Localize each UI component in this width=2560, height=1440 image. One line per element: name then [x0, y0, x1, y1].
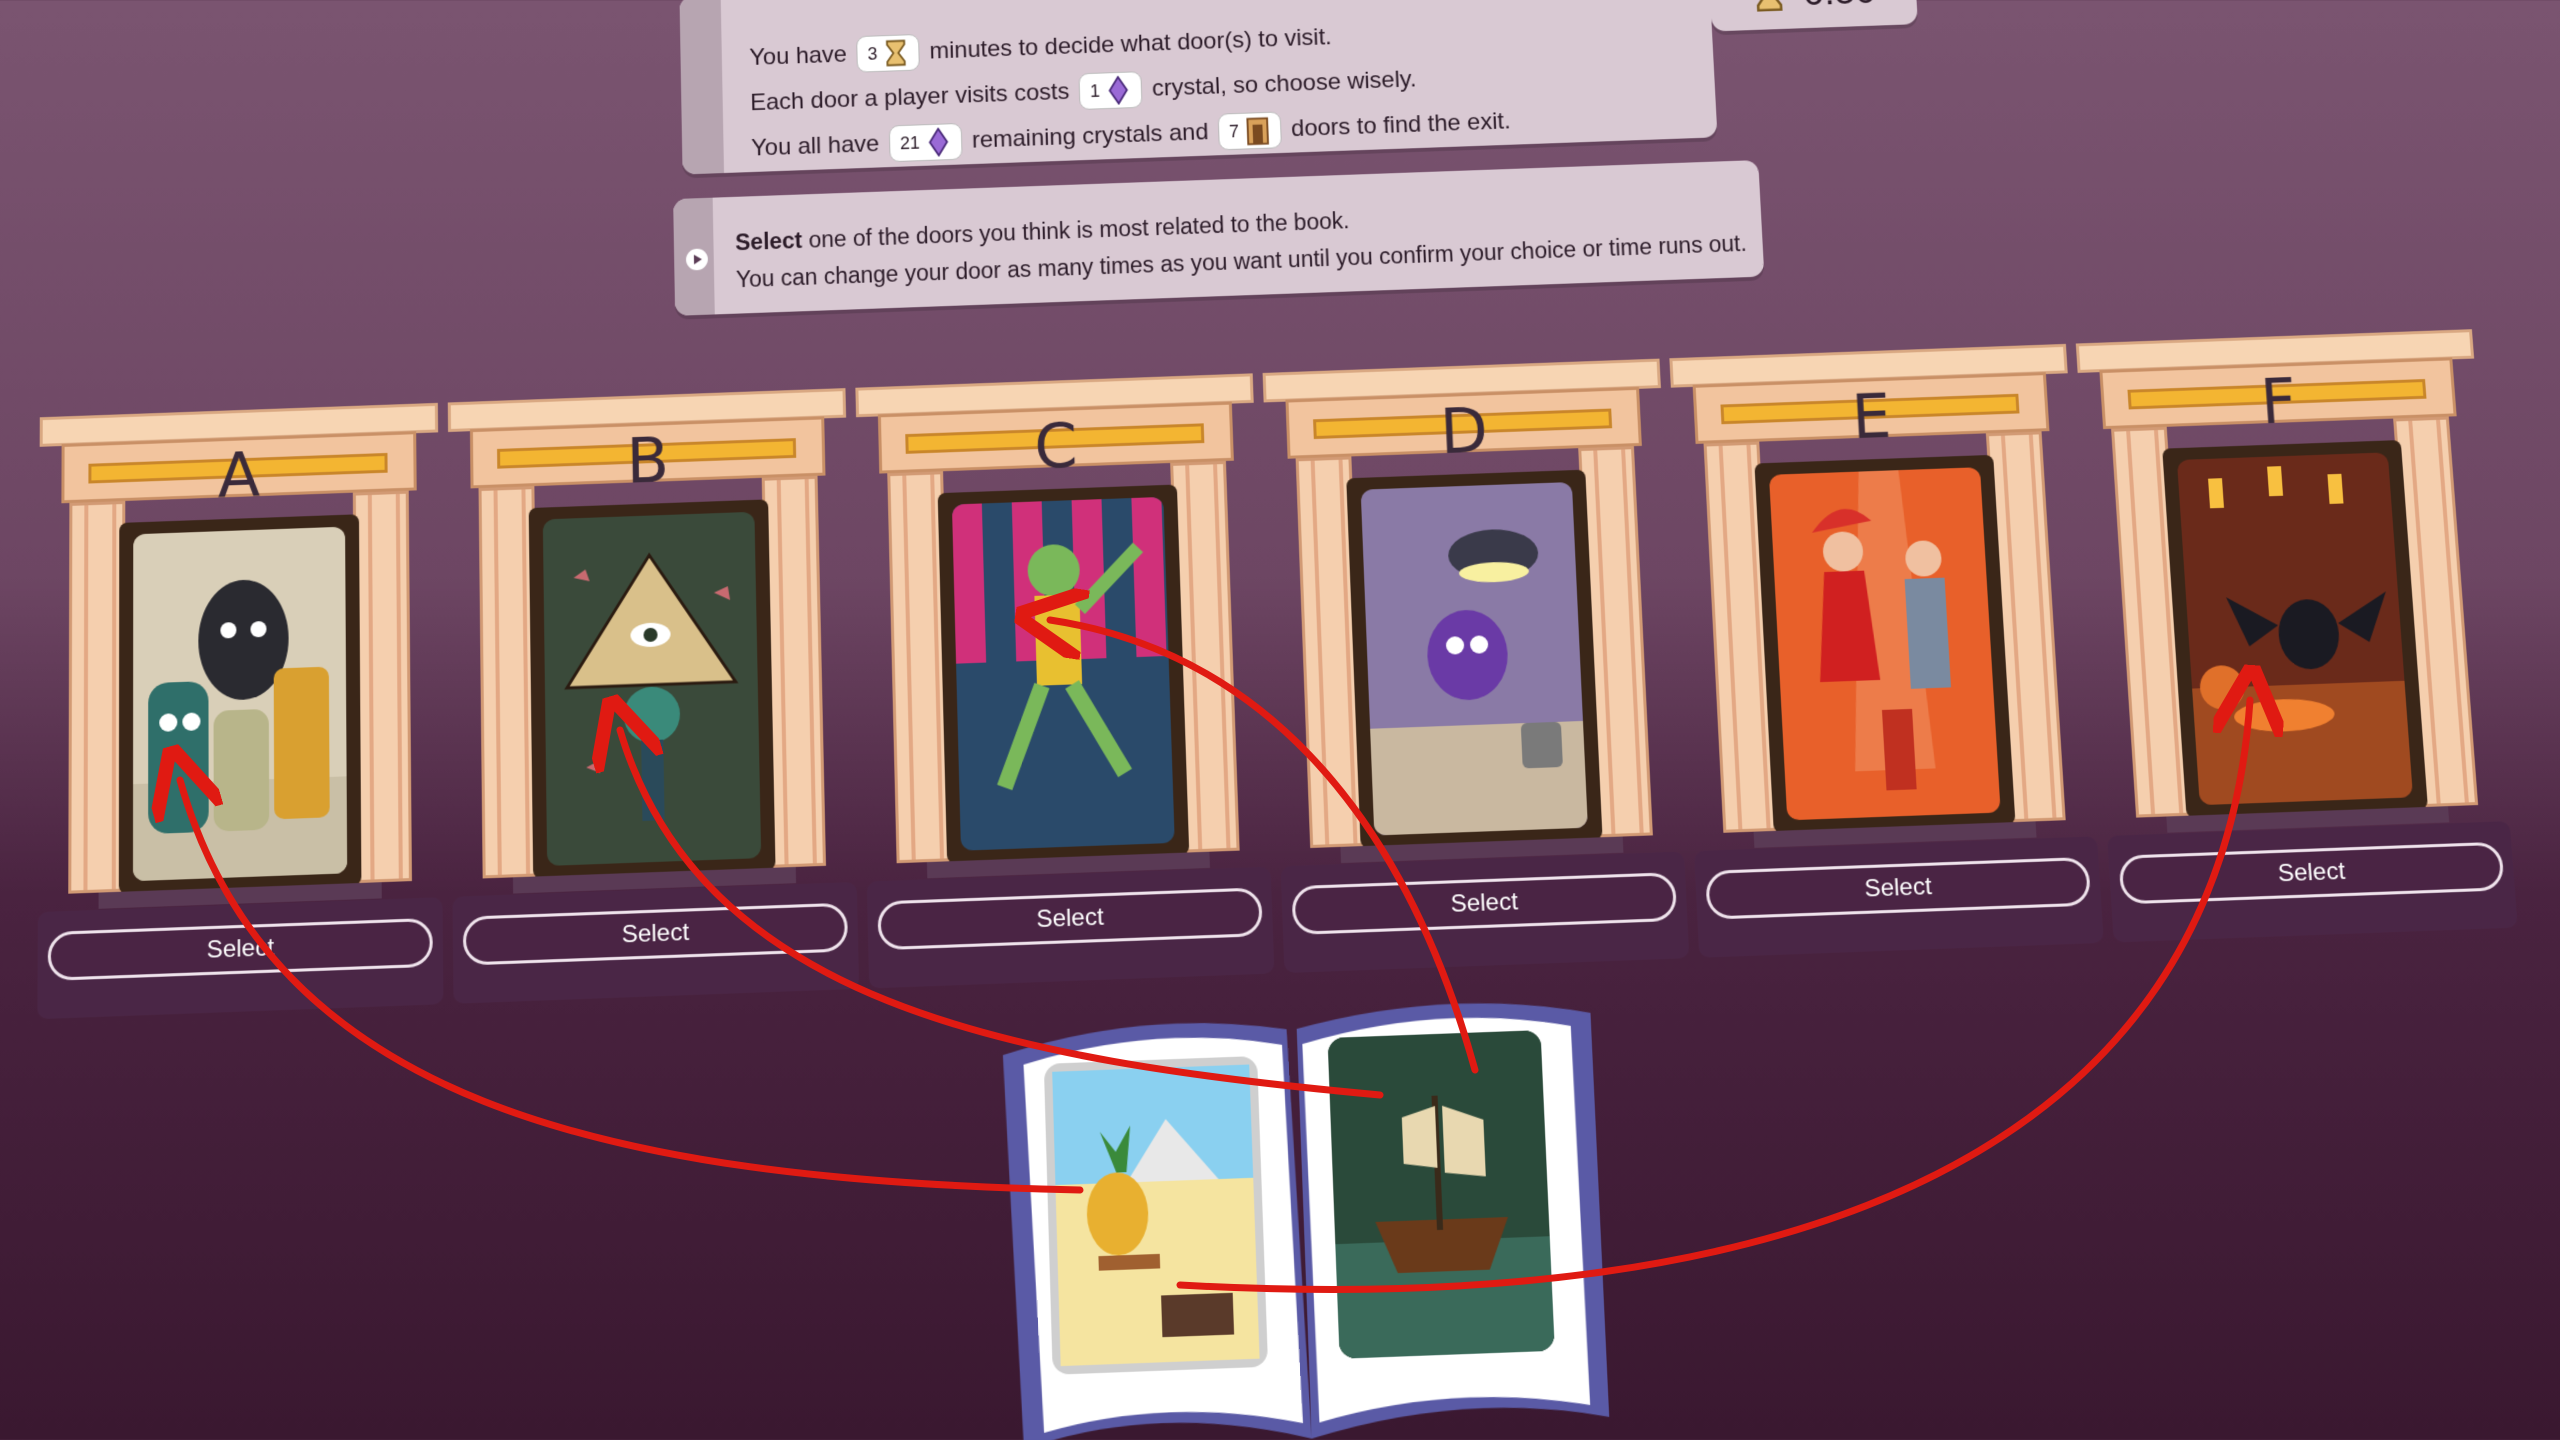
- instructions-panel: Select one of the doors you think is mos…: [673, 160, 1765, 316]
- door-art-zombie[interactable]: [951, 496, 1175, 851]
- door-art-bat-dinner[interactable]: [2176, 452, 2414, 806]
- cost-chip: 1: [1078, 71, 1143, 110]
- timer-value: 0:50: [1802, 0, 1877, 15]
- door-letter: E: [1849, 379, 1893, 453]
- door-art-couple[interactable]: [1768, 467, 2001, 821]
- timer-panel: 0:50: [1708, 0, 1918, 32]
- hourglass-icon: [883, 38, 909, 68]
- door-f: F Select: [2075, 329, 2518, 943]
- door-art-umbrella[interactable]: [542, 511, 762, 866]
- book: [991, 972, 1620, 1440]
- door-letter: C: [1033, 409, 1079, 483]
- rules-panel: You have 3 minutes to decide what door(s…: [679, 0, 1718, 175]
- door-letter: B: [625, 424, 670, 498]
- door-e: E Select: [1669, 343, 2104, 958]
- door-d: D Select: [1262, 358, 1690, 974]
- game-stage: You have 3 minutes to decide what door(s…: [0, 0, 2560, 1440]
- crystal-icon: [1105, 75, 1131, 105]
- door-a: A Select: [37, 402, 444, 1020]
- door-art-creatures[interactable]: [132, 526, 348, 882]
- doors-chip: 7: [1217, 111, 1283, 151]
- door-letter: A: [217, 438, 261, 513]
- door-art-monster-desk[interactable]: [1360, 482, 1588, 836]
- book-right-page-art: [1327, 1030, 1555, 1359]
- book-left-page-art: [1043, 1055, 1269, 1375]
- door-letter: D: [1438, 394, 1490, 468]
- minutes-chip: 3: [856, 33, 921, 73]
- door-icon: [1244, 116, 1271, 146]
- crystals-chip: 21: [888, 122, 963, 163]
- hourglass-icon: [1748, 0, 1789, 14]
- door-b: B Select: [447, 388, 860, 1004]
- door-letter: F: [2258, 365, 2299, 439]
- crystal-icon: [925, 127, 951, 157]
- door-c: C Select: [855, 373, 1275, 989]
